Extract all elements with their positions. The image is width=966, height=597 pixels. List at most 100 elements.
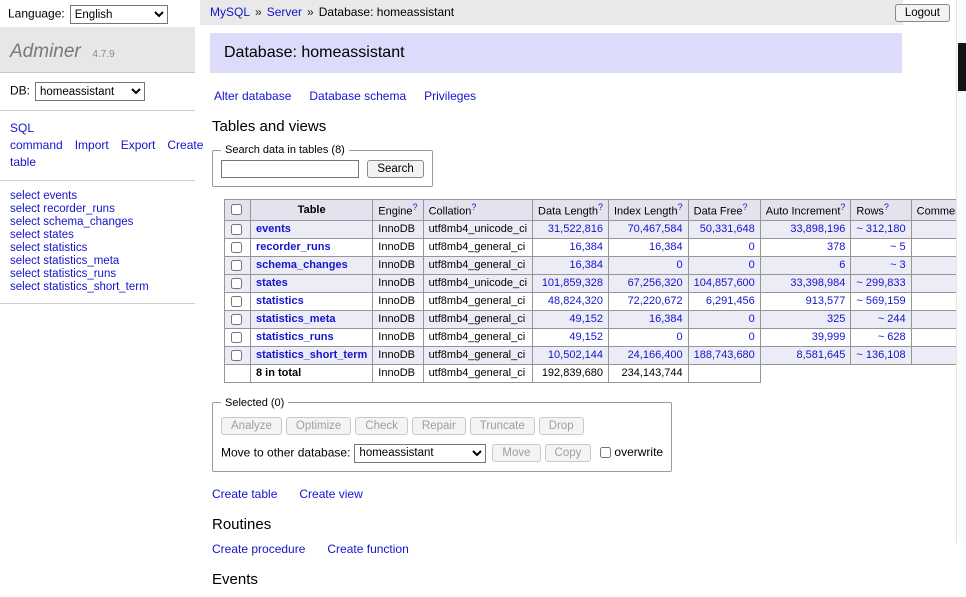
truncate-button[interactable]: Truncate: [470, 417, 535, 435]
index-length-link[interactable]: 67,256,320: [628, 277, 683, 289]
sidebar-item-statistics[interactable]: select statistics: [10, 242, 185, 255]
help-marker-icon[interactable]: ?: [840, 202, 845, 212]
rows-count-link[interactable]: ~ 299,833: [856, 277, 905, 289]
search-input[interactable]: [221, 160, 359, 178]
sidebar-link-sql-command[interactable]: SQL command: [10, 121, 63, 152]
auto-increment-link[interactable]: 33,398,984: [790, 277, 845, 289]
table-name-link[interactable]: statistics_runs: [256, 331, 334, 343]
auto-increment-link[interactable]: 6: [839, 259, 845, 271]
sidebar-item-events[interactable]: select events: [10, 190, 185, 203]
data-length-link[interactable]: 48,824,320: [548, 295, 603, 307]
row-checkbox[interactable]: [231, 332, 242, 343]
breadcrumb-link-mysql[interactable]: MySQL: [210, 5, 250, 19]
sidebar-link-import[interactable]: Import: [75, 138, 109, 152]
data-free-link[interactable]: 188,743,680: [694, 349, 755, 361]
row-checkbox[interactable]: [231, 224, 242, 235]
help-marker-icon[interactable]: ?: [471, 202, 476, 212]
auto-increment-link[interactable]: 913,577: [806, 295, 846, 307]
rows-count-link[interactable]: ~ 244: [878, 313, 906, 325]
data-length-link[interactable]: 49,152: [569, 313, 603, 325]
db-select[interactable]: homeassistant: [35, 82, 145, 101]
data-free-link[interactable]: 104,857,600: [694, 277, 755, 289]
create-procedure-link[interactable]: Create procedure: [212, 542, 305, 556]
help-marker-icon[interactable]: ?: [743, 202, 748, 212]
sidebar-link-export[interactable]: Export: [121, 138, 156, 152]
rows-count-link[interactable]: ~ 569,159: [856, 295, 905, 307]
auto-increment-link[interactable]: 33,898,196: [790, 223, 845, 235]
sidebar-item-statistics_runs[interactable]: select statistics_runs: [10, 268, 185, 281]
rows-count-link[interactable]: ~ 628: [878, 331, 906, 343]
rows-count-link[interactable]: ~ 3: [890, 259, 906, 271]
move-button[interactable]: Move: [492, 444, 540, 462]
row-checkbox[interactable]: [231, 278, 242, 289]
rows-count-link[interactable]: ~ 5: [890, 241, 906, 253]
breadcrumb-link-server[interactable]: Server: [267, 5, 302, 19]
data-length-link[interactable]: 16,384: [569, 241, 603, 253]
logout-button[interactable]: Logout: [895, 4, 950, 22]
index-length-link[interactable]: 16,384: [649, 313, 683, 325]
index-length-link[interactable]: 0: [677, 331, 683, 343]
row-checkbox[interactable]: [231, 314, 242, 325]
help-marker-icon[interactable]: ?: [884, 202, 889, 212]
data-length-link[interactable]: 10,502,144: [548, 349, 603, 361]
data-free-link[interactable]: 6,291,456: [706, 295, 755, 307]
database-schema-link[interactable]: Database schema: [309, 89, 406, 103]
index-length-link[interactable]: 16,384: [649, 241, 683, 253]
auto-increment-link[interactable]: 8,581,645: [796, 349, 845, 361]
select-all-checkbox[interactable]: [231, 204, 242, 215]
rows-count-link[interactable]: ~ 136,108: [856, 349, 905, 361]
data-free-link[interactable]: 0: [749, 241, 755, 253]
help-marker-icon[interactable]: ?: [413, 202, 418, 212]
auto-increment-link[interactable]: 325: [827, 313, 845, 325]
table-name-link[interactable]: schema_changes: [256, 259, 348, 271]
data-length-link[interactable]: 16,384: [569, 259, 603, 271]
index-length-link[interactable]: 0: [677, 259, 683, 271]
data-free-link[interactable]: 0: [749, 259, 755, 271]
table-name-link[interactable]: statistics_meta: [256, 313, 336, 325]
table-name-link[interactable]: events: [256, 223, 291, 235]
search-button[interactable]: Search: [367, 160, 423, 178]
auto-increment-link[interactable]: 378: [827, 241, 845, 253]
repair-button[interactable]: Repair: [412, 417, 466, 435]
create-table-link[interactable]: Create table: [212, 487, 277, 501]
privileges-link[interactable]: Privileges: [424, 89, 476, 103]
data-free-link[interactable]: 50,331,648: [700, 223, 755, 235]
language-select[interactable]: English: [70, 5, 168, 24]
help-marker-icon[interactable]: ?: [678, 202, 683, 212]
row-checkbox[interactable]: [231, 350, 242, 361]
help-marker-icon[interactable]: ?: [598, 202, 603, 212]
overwrite-checkbox[interactable]: [600, 447, 611, 458]
table-name-link[interactable]: recorder_runs: [256, 241, 331, 253]
scrollbar-thumb[interactable]: [958, 43, 966, 91]
scrollbar[interactable]: [956, 0, 966, 543]
optimize-button[interactable]: Optimize: [286, 417, 351, 435]
analyze-button[interactable]: Analyze: [221, 417, 282, 435]
data-free-link[interactable]: 0: [749, 313, 755, 325]
create-function-link[interactable]: Create function: [327, 542, 408, 556]
data-free-link[interactable]: 0: [749, 331, 755, 343]
index-length-link[interactable]: 70,467,584: [628, 223, 683, 235]
sidebar-item-schema_changes[interactable]: select schema_changes: [10, 216, 185, 229]
sidebar-item-statistics_meta[interactable]: select statistics_meta: [10, 255, 185, 268]
rows-count-link[interactable]: ~ 312,180: [856, 223, 905, 235]
move-db-select[interactable]: homeassistant: [354, 444, 486, 463]
sidebar-item-states[interactable]: select states: [10, 229, 185, 242]
table-name-link[interactable]: states: [256, 277, 288, 289]
data-length-link[interactable]: 31,522,816: [548, 223, 603, 235]
index-length-link[interactable]: 72,220,672: [628, 295, 683, 307]
row-checkbox[interactable]: [231, 242, 242, 253]
drop-button[interactable]: Drop: [539, 417, 584, 435]
copy-button[interactable]: Copy: [545, 444, 592, 462]
data-length-link[interactable]: 49,152: [569, 331, 603, 343]
sidebar-item-statistics_short_term[interactable]: select statistics_short_term: [10, 281, 185, 294]
auto-increment-link[interactable]: 39,999: [812, 331, 846, 343]
create-view-link[interactable]: Create view: [299, 487, 362, 501]
alter-database-link[interactable]: Alter database: [214, 89, 291, 103]
check-button[interactable]: Check: [355, 417, 408, 435]
table-name-link[interactable]: statistics: [256, 295, 304, 307]
index-length-link[interactable]: 24,166,400: [628, 349, 683, 361]
data-length-link[interactable]: 101,859,328: [542, 277, 603, 289]
table-name-link[interactable]: statistics_short_term: [256, 349, 367, 361]
row-checkbox[interactable]: [231, 260, 242, 271]
sidebar-item-recorder_runs[interactable]: select recorder_runs: [10, 203, 185, 216]
